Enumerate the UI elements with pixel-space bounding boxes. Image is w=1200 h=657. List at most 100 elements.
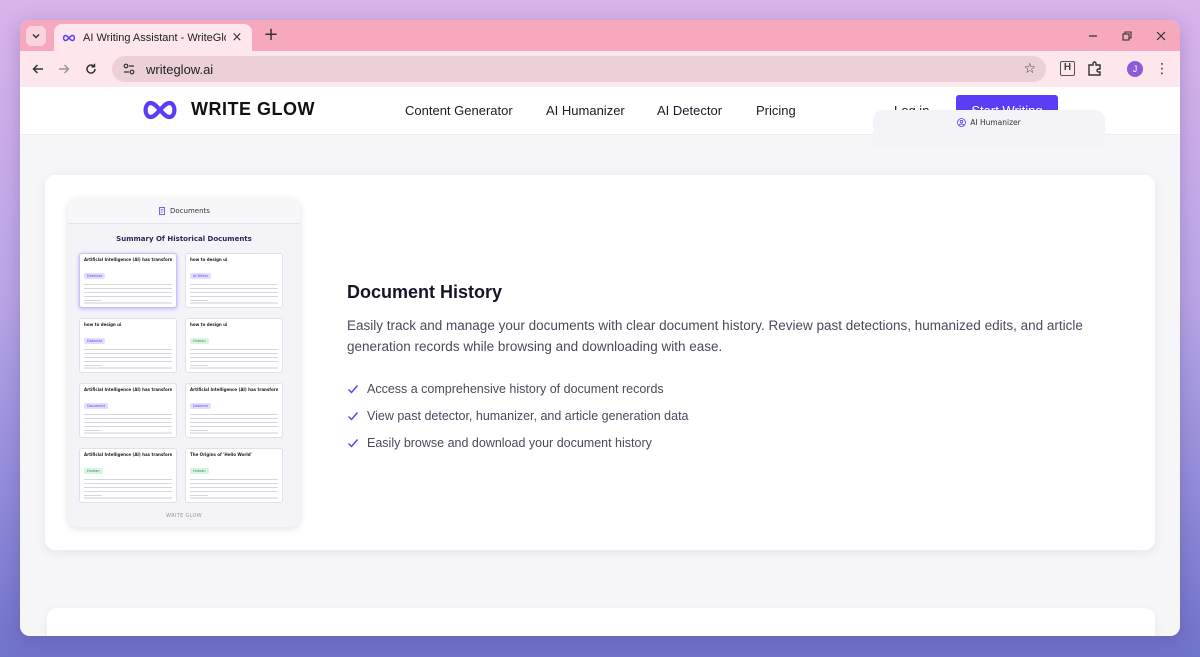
preview-mini-card-text-line bbox=[84, 295, 172, 298]
page-content: WRITE GLOW Content Generator AI Humanize… bbox=[20, 87, 1180, 636]
nav-ai-humanizer[interactable]: AI Humanizer bbox=[546, 103, 625, 118]
preview-mini-card-text-line bbox=[190, 417, 278, 420]
extension-h-icon[interactable]: H bbox=[1060, 61, 1075, 76]
preview-mini-card-text-line bbox=[84, 352, 172, 355]
tab-search-button[interactable] bbox=[26, 26, 46, 46]
preview-mini-card-text-line bbox=[190, 356, 278, 359]
preview-mini-card-text-line bbox=[84, 413, 172, 416]
address-bar[interactable]: writeglow.ai ☆ bbox=[112, 56, 1046, 82]
feature-bullet: View past detector, humanizer, and artic… bbox=[347, 402, 689, 429]
preview-mini-card: Artificial Intelligence (AI) has transfo… bbox=[185, 383, 283, 438]
preview-mini-card-text-line bbox=[190, 478, 278, 481]
feature-bullet-text: Access a comprehensive history of docume… bbox=[367, 381, 664, 396]
preview-mini-card-text-line bbox=[190, 421, 278, 424]
preview-mini-card-title: Artificial Intelligence (AI) has transfo… bbox=[84, 257, 172, 262]
preview-mini-card-footer bbox=[84, 432, 172, 434]
preview-mini-card-footer bbox=[190, 367, 278, 369]
infinity-logo-icon bbox=[143, 100, 177, 119]
url-text[interactable]: writeglow.ai bbox=[146, 62, 213, 77]
browser-menu-icon[interactable]: ⋮ bbox=[1155, 59, 1169, 79]
new-tab-button[interactable]: + bbox=[261, 26, 281, 46]
nav-ai-detector[interactable]: AI Detector bbox=[657, 103, 722, 118]
restore-icon[interactable] bbox=[1118, 28, 1136, 44]
preview-mini-card-footer bbox=[84, 367, 172, 369]
preview-mini-card-text-line bbox=[190, 360, 278, 363]
tab-title: AI Writing Assistant - WriteGlo bbox=[83, 31, 226, 44]
document-icon bbox=[159, 206, 165, 215]
preview-mini-card-text-line bbox=[190, 413, 278, 416]
preview-mini-card: Artificial Intelligence (AI) has transfo… bbox=[79, 253, 177, 308]
preview-mini-card-text-line bbox=[84, 417, 172, 420]
feature-bullet-text: Easily browse and download your document… bbox=[367, 435, 652, 450]
preview-brand: WRITE GLOW bbox=[165, 513, 203, 519]
ai-humanizer-card bbox=[47, 608, 1155, 636]
preview-mini-card-text-line bbox=[84, 425, 172, 428]
preview-mini-card-footer bbox=[190, 432, 278, 434]
nav-content-generator[interactable]: Content Generator bbox=[405, 103, 513, 118]
preview-mini-card-text-line bbox=[84, 356, 172, 359]
preview-mini-card-text-line bbox=[84, 421, 172, 424]
preview-mini-card: how to design ui Detector bbox=[79, 318, 177, 373]
preview-mini-card-tag: Detector bbox=[84, 273, 106, 279]
preview-mini-card-text-line bbox=[190, 486, 278, 489]
feature-bullet: Access a comprehensive history of docume… bbox=[347, 375, 689, 402]
preview-mini-card: Artificial Intelligence (AI) has transfo… bbox=[79, 383, 177, 438]
ai-humanizer-preview-label: AI Humanizer bbox=[970, 118, 1021, 127]
browser-toolbar: writeglow.ai ☆ H J ⋮ bbox=[20, 51, 1180, 87]
feature-bullet-list: Access a comprehensive history of docume… bbox=[347, 375, 689, 456]
site-info-icon[interactable] bbox=[120, 60, 138, 78]
preview-mini-card-text-line bbox=[190, 283, 278, 286]
tab-strip: AI Writing Assistant - WriteGlo × + bbox=[20, 20, 1180, 51]
forward-icon[interactable] bbox=[54, 59, 74, 79]
preview-title: Summary Of Historical Documents bbox=[116, 235, 252, 243]
minimize-icon[interactable] bbox=[1084, 28, 1102, 44]
preview-mini-card-text-line bbox=[84, 283, 172, 286]
feature-bullet: Easily browse and download your document… bbox=[347, 429, 689, 456]
document-history-card: Documents Summary Of Historical Document… bbox=[45, 175, 1155, 550]
nav-pricing[interactable]: Pricing bbox=[756, 103, 796, 118]
preview-mini-card-text-line bbox=[190, 348, 278, 351]
preview-mini-card-text-line bbox=[190, 295, 278, 298]
bookmark-star-icon[interactable]: ☆ bbox=[1023, 61, 1036, 77]
preview-mini-card-footer bbox=[84, 302, 172, 304]
profile-avatar[interactable]: J bbox=[1127, 61, 1143, 77]
preview-mini-card-tag: Detector bbox=[84, 338, 106, 344]
preview-mini-card-text-line bbox=[84, 486, 172, 489]
feature-bullet-text: View past detector, humanizer, and artic… bbox=[367, 408, 689, 423]
preview-mini-card-text-line bbox=[190, 490, 278, 493]
browser-window: AI Writing Assistant - WriteGlo × + writ… bbox=[20, 20, 1180, 636]
preview-mini-card-tag: Human bbox=[190, 338, 209, 344]
tab-close-icon[interactable]: × bbox=[230, 30, 244, 45]
check-icon bbox=[348, 411, 359, 421]
preview-mini-card-text-line bbox=[84, 478, 172, 481]
extensions-puzzle-icon[interactable] bbox=[1086, 60, 1104, 78]
preview-mini-card-title: The Origins of 'Hello World' bbox=[190, 452, 252, 457]
preview-mini-card: how to design ui Human bbox=[185, 318, 283, 373]
tab-active[interactable]: AI Writing Assistant - WriteGlo × bbox=[54, 24, 252, 51]
preview-mini-card-title: Artificial Intelligence (AI) has transfo… bbox=[190, 387, 278, 392]
preview-mini-card-text-line bbox=[190, 425, 278, 428]
preview-mini-card-text-line bbox=[84, 291, 172, 294]
preview-mini-card-text-line bbox=[190, 287, 278, 290]
preview-mini-card-text-line bbox=[190, 352, 278, 355]
preview-mini-card-title: Artificial Intelligence (AI) has transfo… bbox=[84, 387, 172, 392]
feature-description: Easily track and manage your documents w… bbox=[347, 318, 1083, 354]
preview-mini-card-footer bbox=[190, 302, 278, 304]
ai-humanizer-preview-header: AI Humanizer bbox=[957, 118, 1021, 150]
feature-title: Document History bbox=[347, 282, 503, 302]
brand-logo-link[interactable]: WRITE GLOW bbox=[141, 99, 315, 120]
preview-mini-card: how to design ui AI Writer bbox=[185, 253, 283, 308]
preview-mini-card: The Origins of 'Hello World' Human bbox=[185, 448, 283, 503]
user-circle-icon bbox=[957, 118, 967, 127]
back-icon[interactable] bbox=[28, 59, 48, 79]
preview-mini-card-title: Artificial Intelligence (AI) has transfo… bbox=[84, 452, 172, 457]
chevron-down-icon bbox=[32, 33, 40, 39]
preview-header-label: Documents bbox=[170, 206, 210, 215]
preview-mini-card-text-line bbox=[84, 360, 172, 363]
preview-mini-card-title: how to design ui bbox=[84, 322, 122, 327]
preview-mini-card-text-line bbox=[84, 482, 172, 485]
preview-mini-card-text-line bbox=[190, 482, 278, 485]
close-window-icon[interactable] bbox=[1152, 28, 1170, 44]
reload-icon[interactable] bbox=[81, 59, 101, 79]
preview-mini-card-tag: Human bbox=[190, 468, 209, 474]
